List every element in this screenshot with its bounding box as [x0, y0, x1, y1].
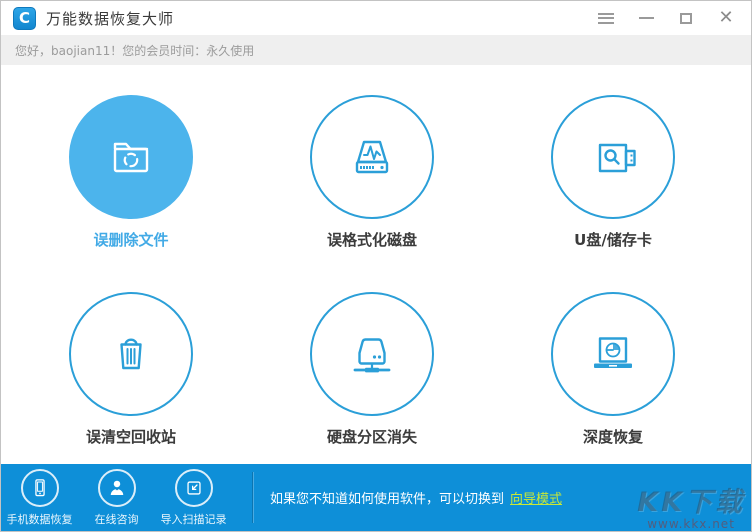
feature-circle: [551, 291, 675, 416]
tool-circle: [174, 469, 213, 507]
tool-import-scan-record[interactable]: 导入扫描记录: [155, 469, 232, 531]
tool-buttons: 手机数据恢复 在线咨询 导入扫描记录: [1, 464, 232, 531]
app-window: C 万能数据恢复大师 ✕ 您好，baojian11！您的会员时间：永久使用 误删…: [0, 0, 752, 532]
menu-icon[interactable]: [597, 9, 615, 27]
maximize-icon[interactable]: [677, 9, 695, 27]
tool-label: 在线咨询: [94, 513, 139, 526]
tool-online-support[interactable]: 在线咨询: [78, 469, 155, 531]
feature-label: U盘/储存卡: [574, 231, 652, 249]
feature-label: 误清空回收站: [85, 427, 176, 446]
feature-lost-partition[interactable]: 硬盘分区消失: [282, 291, 462, 467]
phone-icon: [34, 479, 45, 497]
recycle-bin-icon: [120, 338, 142, 369]
member-status-bar: 您好，baojian11！您的会员时间：永久使用: [1, 35, 751, 65]
feature-label: 硬盘分区消失: [326, 427, 417, 446]
deep-recovery-icon: [594, 336, 632, 368]
tool-circle: [97, 469, 136, 507]
title-bar: C 万能数据恢复大师 ✕: [1, 1, 751, 35]
format-disk-icon: [355, 140, 389, 174]
wizard-hint-text: 如果您不知道如何使用软件，可以切换到: [270, 492, 505, 507]
close-icon[interactable]: ✕: [717, 9, 735, 27]
tool-label: 手机数据恢复: [6, 513, 73, 526]
feature-circle: [551, 95, 675, 219]
feature-circle: [310, 291, 434, 416]
bottom-toolbar: 手机数据恢复 在线咨询 导入扫描记录 如果您不知道如何使用软件，可以切换到 向导…: [1, 464, 751, 531]
wizard-hint: 如果您不知道如何使用软件，可以切换到 向导模式: [253, 464, 562, 531]
app-title: 万能数据恢复大师: [46, 9, 175, 28]
usb-storage-icon: [598, 143, 636, 173]
member-greeting: 您好，baojian11！您的会员时间：永久使用: [15, 43, 255, 58]
wizard-mode-link[interactable]: 向导模式: [510, 488, 562, 507]
feature-usb-storage[interactable]: U盘/储存卡: [523, 95, 703, 270]
feature-deleted-files[interactable]: 误删除文件: [41, 95, 221, 270]
minimize-icon[interactable]: [637, 9, 655, 27]
tool-phone-recovery[interactable]: 手机数据恢复: [1, 469, 78, 531]
window-controls: ✕: [597, 9, 739, 27]
import-record-icon: [186, 481, 201, 495]
feature-grid: 误删除文件 误格式化磁盘 U盘/储存卡 误清空回收站 硬盘分区消失 深度恢复: [1, 65, 751, 466]
feature-label: 误格式化磁盘: [326, 231, 417, 249]
tool-circle: [20, 469, 59, 507]
feature-circle: [310, 95, 434, 219]
feature-deep-recovery[interactable]: 深度恢复: [523, 291, 703, 467]
feature-circle: [69, 95, 193, 219]
person-icon: [110, 480, 123, 496]
feature-label: 深度恢复: [582, 427, 643, 446]
feature-recycle-bin[interactable]: 误清空回收站: [41, 291, 221, 467]
folder-recycle-icon: [113, 142, 149, 173]
feature-circle: [69, 291, 193, 416]
partition-lost-icon: [353, 337, 391, 372]
tool-label: 导入扫描记录: [160, 513, 227, 526]
app-logo-icon: C: [13, 6, 36, 30]
feature-formatted-disk[interactable]: 误格式化磁盘: [282, 95, 462, 270]
feature-label: 误删除文件: [93, 231, 169, 249]
